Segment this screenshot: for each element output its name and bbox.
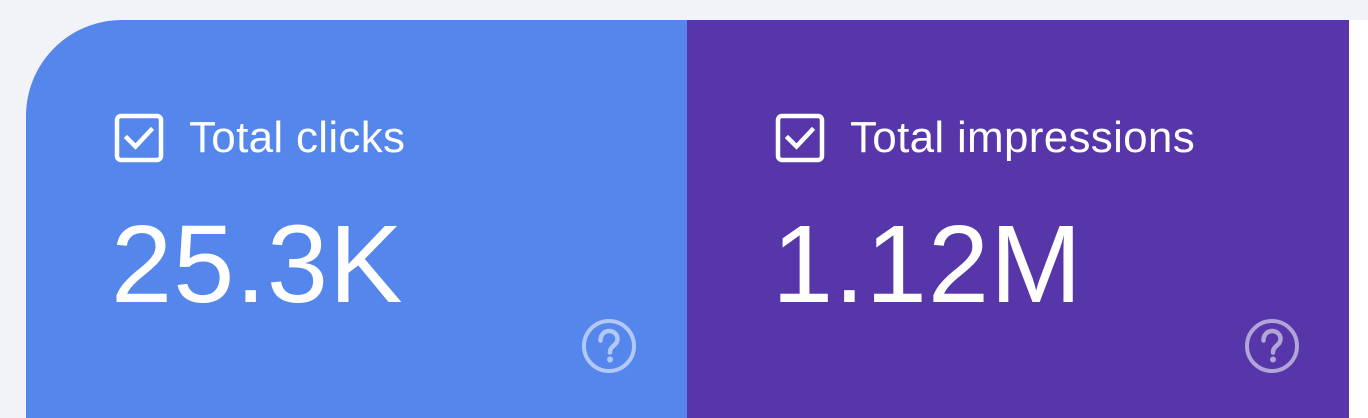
total-impressions-card[interactable]: Total impressions 1.12M	[687, 20, 1349, 418]
total-clicks-value: 25.3K	[111, 203, 404, 326]
help-circle-icon[interactable]	[1243, 317, 1301, 375]
help-circle-icon[interactable]	[580, 317, 638, 375]
total-impressions-label: Total impressions	[850, 113, 1196, 162]
total-clicks-card[interactable]: Total clicks 25.3K	[26, 20, 687, 418]
right-edge-panel	[1349, 20, 1368, 418]
checkbox-checked-icon[interactable]	[775, 113, 825, 163]
total-impressions-toggle[interactable]: Total impressions	[775, 113, 1195, 163]
total-impressions-value: 1.12M	[772, 203, 1083, 326]
metric-cards: Total clicks 25.3K Total impressions 1.1…	[26, 20, 1349, 418]
checkbox-checked-icon[interactable]	[114, 113, 164, 163]
total-clicks-toggle[interactable]: Total clicks	[114, 113, 405, 163]
total-clicks-label: Total clicks	[189, 113, 406, 162]
